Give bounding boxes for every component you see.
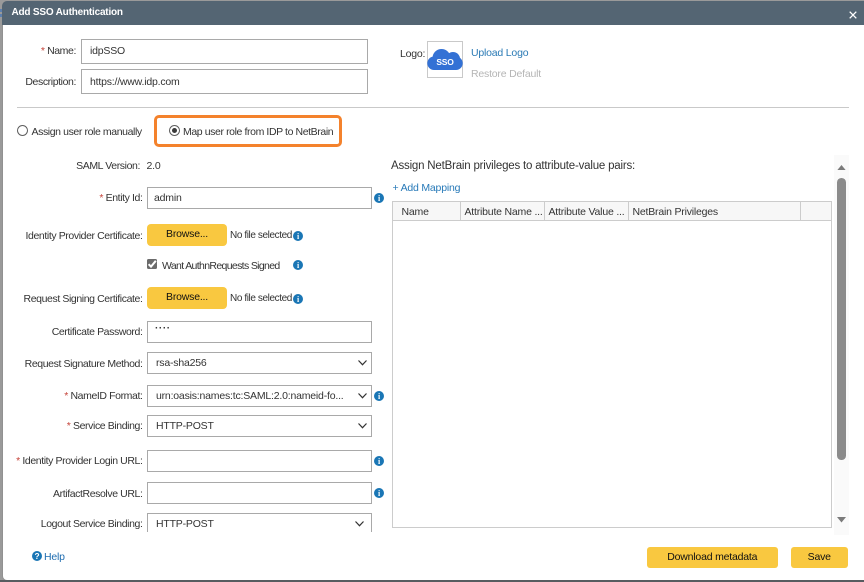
svg-text:?: ? <box>34 551 39 561</box>
svg-text:SSO: SSO <box>436 57 454 67</box>
